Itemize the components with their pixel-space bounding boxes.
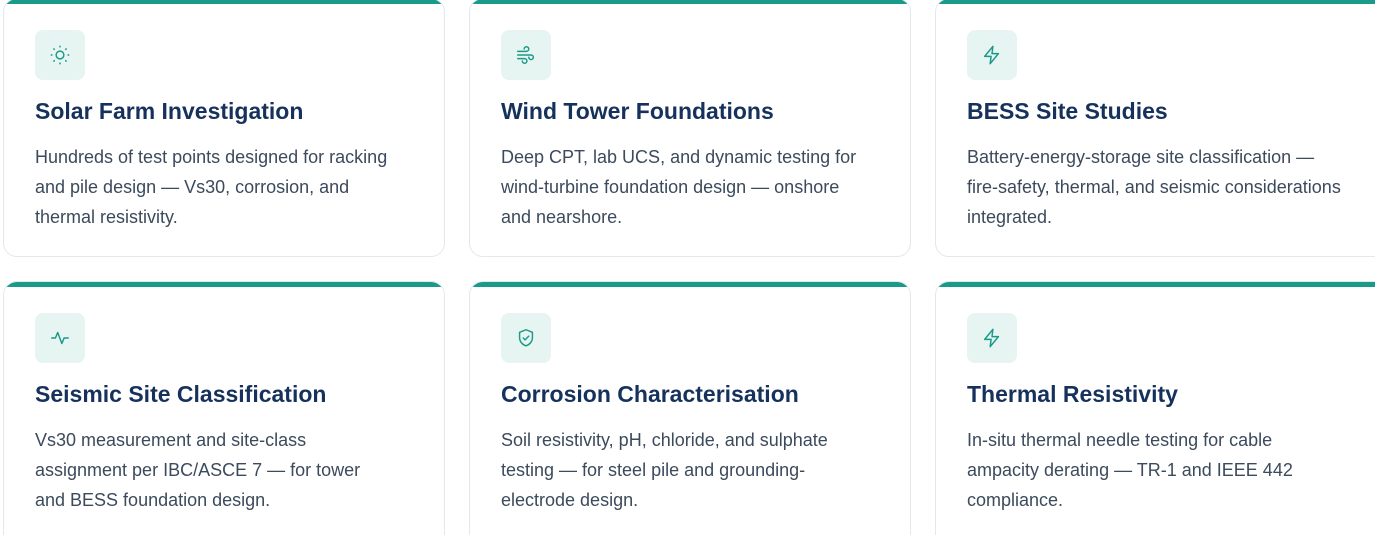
card-bess-site-studies[interactable]: BESS Site Studies Battery-energy-storage… — [935, 0, 1375, 257]
lightning-icon — [967, 30, 1017, 80]
card-description: Soil resistivity, pH, chloride, and sulp… — [501, 430, 828, 510]
card-title: Wind Tower Foundations — [501, 98, 774, 124]
card-solar-farm-investigation[interactable]: Solar Farm Investigation Hundreds of tes… — [3, 0, 445, 257]
card-seismic-site-classification[interactable]: Seismic Site Classification Vs30 measure… — [3, 281, 445, 535]
wind-icon — [501, 30, 551, 80]
card-title: Seismic Site Classification — [35, 381, 327, 407]
card-title: Corrosion Characterisation — [501, 381, 799, 407]
shield-check-icon — [501, 313, 551, 363]
card-description: Vs30 measurement and site-class assignme… — [35, 430, 361, 510]
card-corrosion-characterisation[interactable]: Corrosion Characterisation Soil resistiv… — [469, 281, 911, 535]
card-description: Hundreds of test points designed for rac… — [35, 147, 388, 227]
activity-pulse-icon — [35, 313, 85, 363]
card-thermal-resistivity[interactable]: Thermal Resistivity In-situ thermal need… — [935, 281, 1375, 535]
card-title: Solar Farm Investigation — [35, 98, 304, 124]
card-description: In-situ thermal needle testing for cable… — [967, 430, 1293, 510]
card-wind-tower-foundations[interactable]: Wind Tower Foundations Deep CPT, lab UCS… — [469, 0, 911, 257]
sun-icon — [35, 30, 85, 80]
card-description: Deep CPT, lab UCS, and dynamic testing f… — [501, 147, 857, 227]
card-description: Battery-energy-storage site classificati… — [967, 147, 1341, 227]
lightning-icon — [967, 313, 1017, 363]
card-title: Thermal Resistivity — [967, 381, 1178, 407]
card-title: BESS Site Studies — [967, 98, 1168, 124]
service-cards-grid: Solar Farm Investigation Hundreds of tes… — [0, 0, 1375, 535]
